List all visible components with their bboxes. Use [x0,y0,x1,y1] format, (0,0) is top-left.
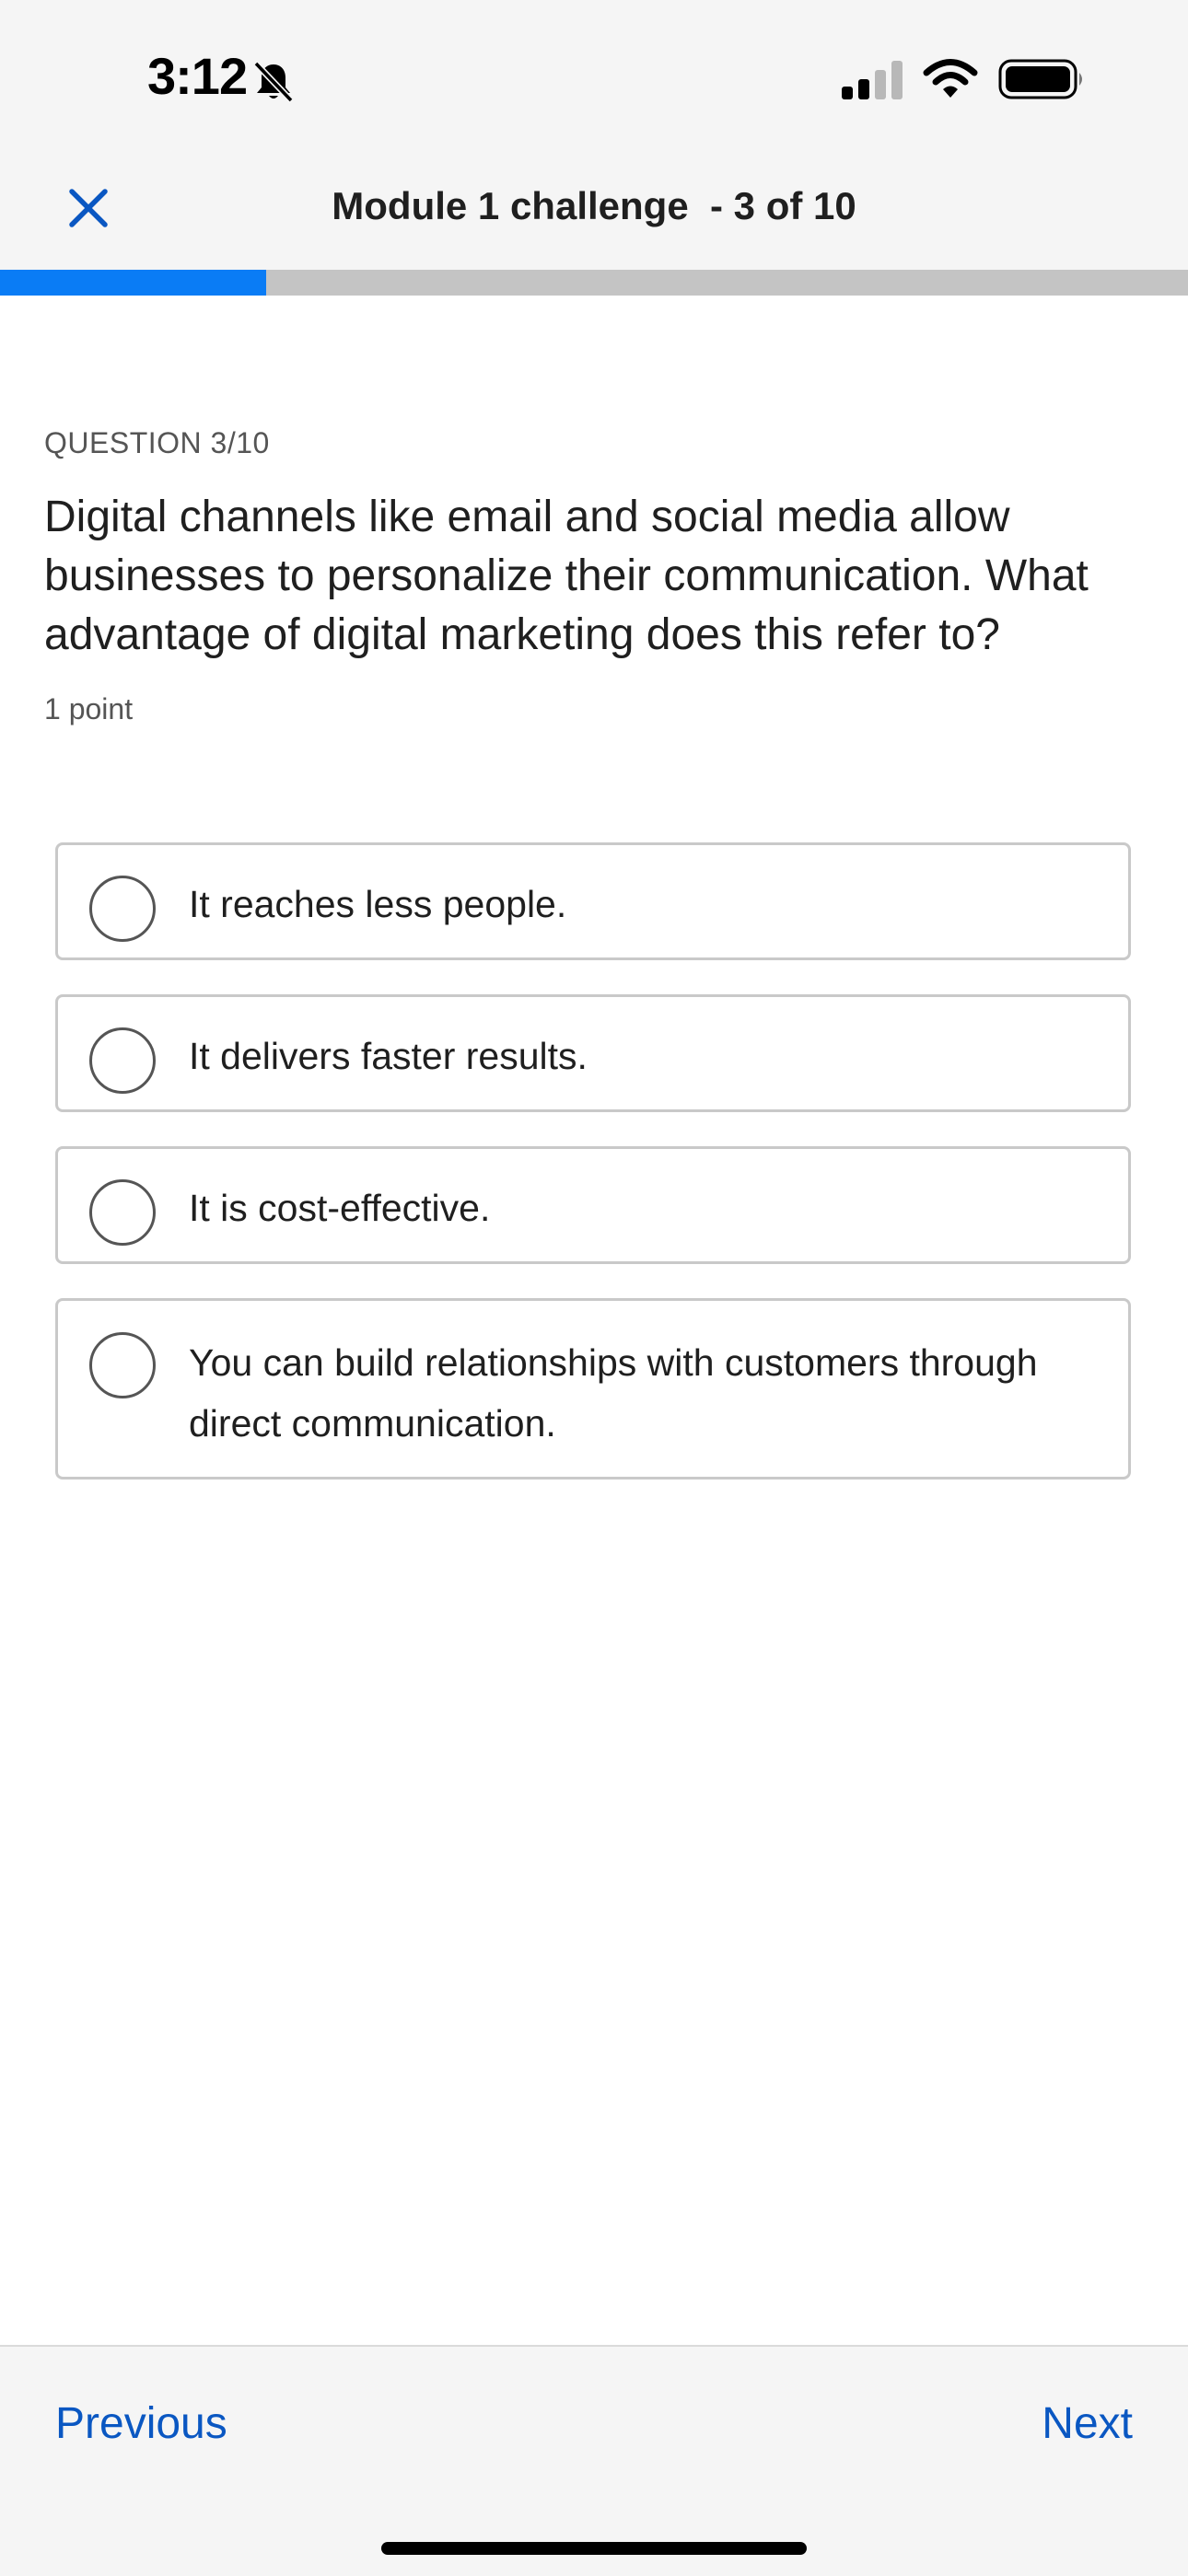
home-indicator [381,2542,807,2555]
question-text: Digital channels like email and social m… [44,493,1089,659]
question-number-label: QUESTION 3/10 [44,426,270,459]
answer-option[interactable]: You can build relationships with custome… [55,1298,1131,1479]
answer-option[interactable]: It reaches less people. [55,842,1131,960]
progress-bar [0,270,1188,296]
status-time: 3:12 [147,47,248,105]
question-points: 1 point [44,692,134,725]
next-button[interactable]: Next [1042,2398,1133,2449]
answer-option-label: It is cost-effective. [189,1187,491,1229]
status-bar: 3:12 [0,0,1188,157]
bottom-navigation-bar: Previous Next [0,2345,1188,2576]
radio-button[interactable] [89,1179,156,1246]
bell-slash-icon [253,61,294,103]
previous-button[interactable]: Previous [55,2398,227,2449]
answer-option[interactable]: It is cost-effective. [55,1146,1131,1264]
answer-option-label: It delivers faster results. [189,1035,588,1077]
progress-fill [0,270,266,296]
battery-icon [998,59,1082,99]
wifi-icon [923,59,978,98]
answer-option-label: You can build relationships with custome… [189,1341,1038,1445]
radio-button[interactable] [89,876,156,942]
answer-option-label: It reaches less people. [189,883,567,925]
answer-option[interactable]: It delivers faster results. [55,994,1131,1112]
cellular-signal-icon [842,61,903,99]
radio-button[interactable] [89,1332,156,1398]
page-title: Module 1 challenge - 3 of 10 [332,184,856,227]
radio-button[interactable] [89,1027,156,1094]
